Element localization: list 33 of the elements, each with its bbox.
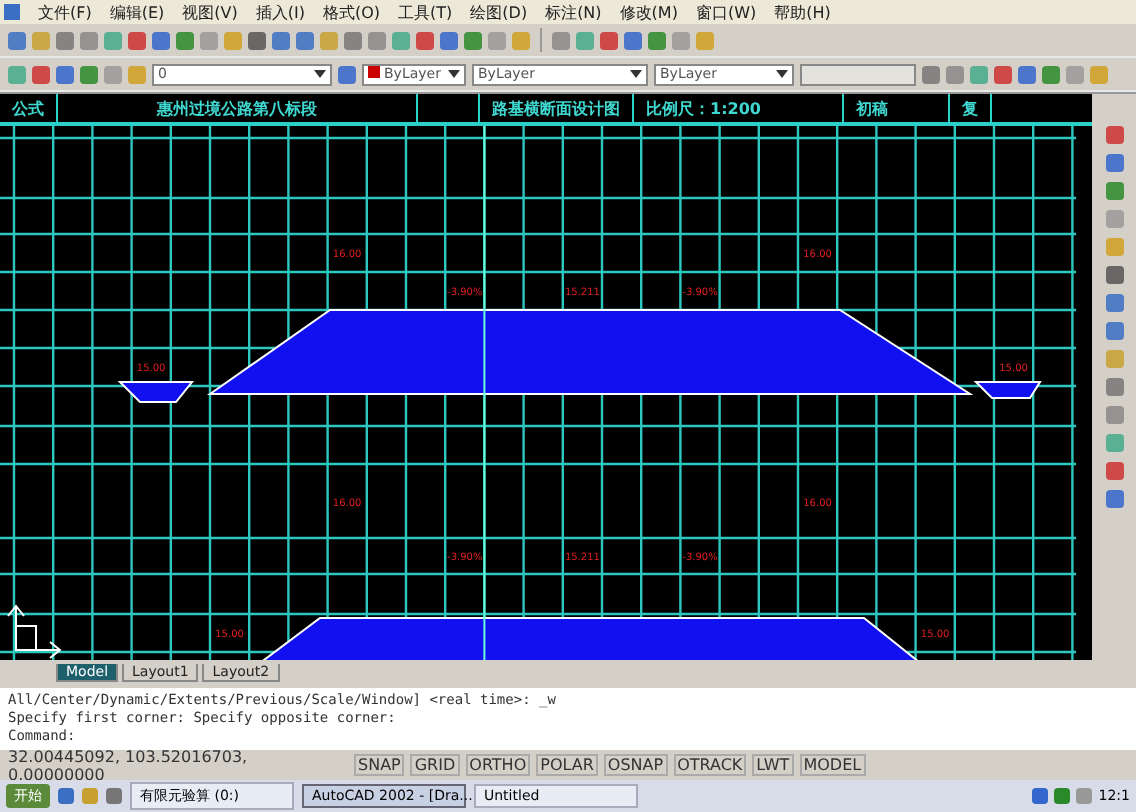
menu-item[interactable]: 绘图(D) (470, 1, 528, 23)
drawing-title-text: 初稿 (844, 94, 950, 122)
drawing-title-text: 路基横断面设计图 (478, 94, 634, 122)
drawing-title-text: 公式 (0, 94, 58, 122)
dropdown-arrow-icon (448, 70, 460, 78)
plotstyle-dropdown[interactable] (800, 63, 916, 85)
menu-item[interactable]: 修改(M) (619, 1, 678, 23)
drawing-title-text: 比例尺：1:200 (634, 94, 844, 122)
coordinates-readout: 32.00445092, 103.52016703, 0.00000000 (8, 747, 250, 783)
ucs-icon (7, 604, 62, 659)
status-toggle[interactable]: OTRACK (673, 754, 747, 776)
menu-item[interactable]: 标注(N) (545, 1, 602, 23)
drawing-title-text: 复 (950, 94, 992, 122)
dropdown-arrow-icon (776, 70, 788, 78)
status-toggle[interactable]: SNAP (354, 754, 405, 776)
menu-item[interactable]: 帮助(H) (774, 1, 831, 23)
status-toggle[interactable]: LWT (752, 754, 794, 776)
status-toggle[interactable]: OSNAP (603, 754, 668, 776)
menu-item[interactable]: 视图(V) (182, 1, 238, 23)
ditch-shape (117, 381, 195, 403)
drawing-title-text: 惠州过境公路第八标段 (58, 94, 418, 122)
menu-item[interactable]: 文件(F) (38, 1, 92, 23)
status-toggle[interactable]: MODEL (799, 754, 866, 776)
menu-item[interactable]: 工具(T) (398, 1, 453, 23)
dropdown-arrow-icon (630, 70, 642, 78)
menu-item[interactable]: 编辑(E) (109, 1, 165, 23)
dropdown-arrow-icon (314, 70, 326, 78)
status-toggle[interactable]: POLAR (536, 754, 598, 776)
menu-item[interactable]: 窗口(W) (695, 1, 757, 23)
menu-item[interactable]: 格式(O) (322, 1, 381, 23)
menu-item[interactable]: 插入(I) (255, 1, 305, 23)
status-toggle[interactable]: GRID (410, 754, 460, 776)
status-toggle[interactable]: ORTHO (465, 754, 531, 776)
